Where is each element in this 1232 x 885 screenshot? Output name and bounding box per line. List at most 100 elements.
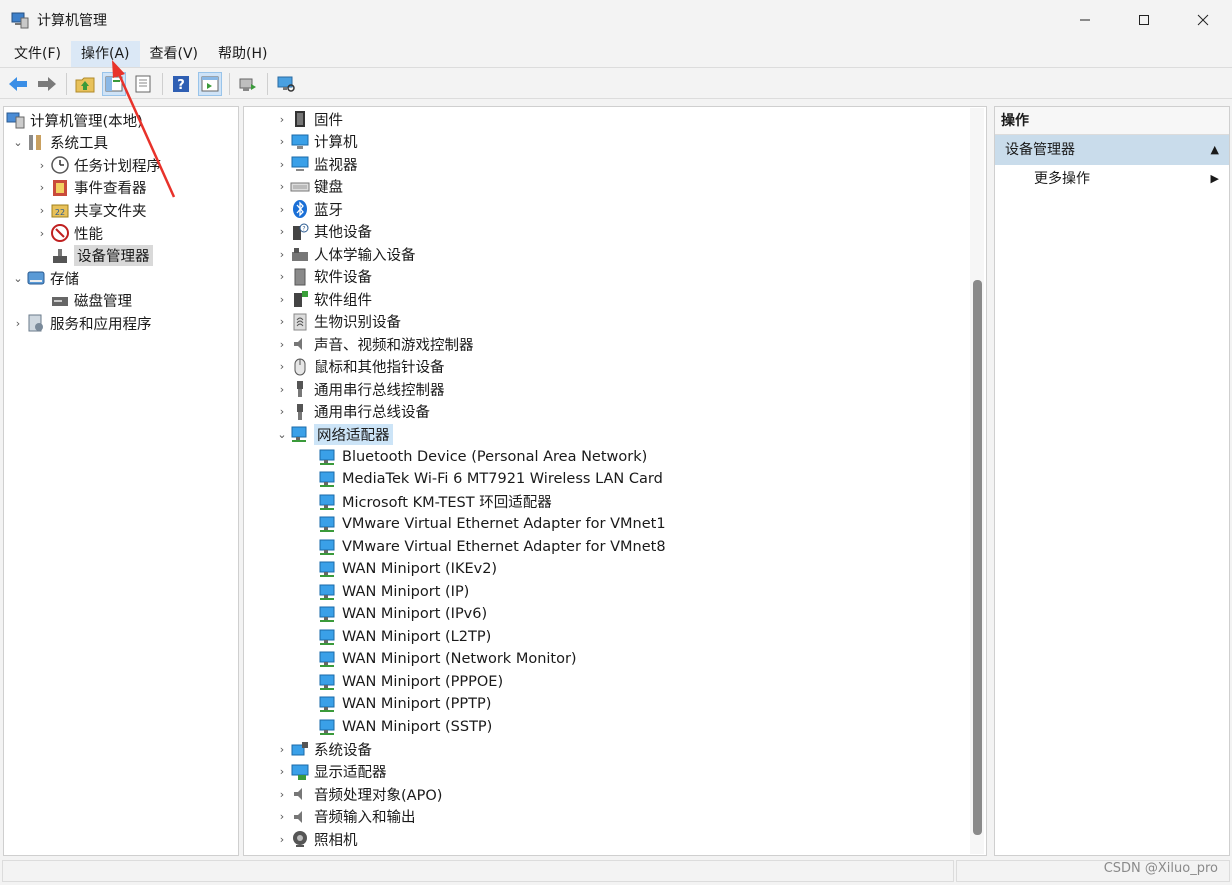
device-category[interactable]: ›? 其他设备 (274, 221, 372, 243)
network-adapter-item[interactable]: Microsoft KM-TEST 环回适配器 (318, 491, 552, 513)
device-category[interactable]: › 通用串行总线设备 (274, 401, 430, 423)
actions-section-device-manager[interactable]: 设备管理器 ▲ (995, 135, 1229, 165)
scrollbar-thumb[interactable] (973, 280, 982, 835)
network-adapter-item[interactable]: MediaTek Wi-Fi 6 MT7921 Wireless LAN Car… (318, 468, 663, 490)
network-adapter-item[interactable]: WAN Miniport (Network Monitor) (318, 648, 577, 670)
console-tree-item[interactable]: › 性能 (34, 222, 103, 244)
collapse-chevron-icon[interactable]: ⌄ (274, 428, 290, 441)
window-title: 计算机管理 (37, 13, 107, 29)
device-category[interactable]: › 照相机 (274, 828, 358, 850)
device-category[interactable]: › 音频输入和输出 (274, 806, 416, 828)
network-adapter-item[interactable]: WAN Miniport (PPTP) (318, 693, 491, 715)
show-action-pane-button[interactable] (198, 71, 222, 96)
expand-chevron-icon[interactable]: › (274, 833, 290, 846)
tree-item-label: 任务计划程序 (74, 158, 161, 175)
expand-chevron-icon[interactable]: › (274, 293, 290, 306)
console-tree-item[interactable]: 设备管理器 (34, 245, 153, 267)
expand-chevron-icon[interactable]: › (274, 810, 290, 823)
device-category[interactable]: › 显示适配器 (274, 761, 387, 783)
device-category[interactable]: › 音频处理对象(APO) (274, 783, 443, 805)
network-adapter-item[interactable]: WAN Miniport (SSTP) (318, 716, 492, 738)
console-tree-item[interactable]: › 服务和应用程序 (10, 312, 152, 334)
expand-chevron-icon[interactable]: › (274, 788, 290, 801)
console-tree-item[interactable]: 磁盘管理 (34, 290, 132, 312)
device-category[interactable]: › 鼠标和其他指针设备 (274, 356, 445, 378)
expand-chevron-icon[interactable]: › (274, 248, 290, 261)
up-level-button[interactable] (73, 72, 97, 96)
device-category[interactable]: › 系统设备 (274, 738, 372, 760)
network-adapter-item[interactable]: VMware Virtual Ethernet Adapter for VMne… (318, 513, 666, 535)
device-category-network-adapters[interactable]: ⌄ 网络适配器 (274, 423, 393, 445)
device-category[interactable]: › 监视器 (274, 153, 358, 175)
network-adapter-item[interactable]: WAN Miniport (IPv6) (318, 603, 487, 625)
expand-chevron-icon[interactable]: › (34, 227, 50, 240)
device-category[interactable]: › 通用串行总线控制器 (274, 378, 445, 400)
expand-chevron-icon[interactable]: › (274, 315, 290, 328)
expand-chevron-icon[interactable]: › (274, 405, 290, 418)
console-tree-item[interactable]: › 22 共享文件夹 (34, 199, 147, 221)
device-category[interactable]: › 键盘 (274, 176, 343, 198)
forward-button[interactable] (35, 72, 59, 96)
close-button[interactable] (1173, 0, 1232, 40)
keyboard-icon (290, 177, 310, 197)
more-actions-item[interactable]: 更多操作 ▶ (995, 165, 1229, 193)
console-tree-item[interactable]: › 任务计划程序 (34, 154, 161, 176)
expand-chevron-icon[interactable]: › (274, 360, 290, 373)
menu-view[interactable]: 查看(V) (140, 41, 209, 67)
window-controls (1055, 0, 1232, 40)
help-button[interactable]: ? (169, 72, 193, 96)
console-tree-item[interactable]: › 事件查看器 (34, 177, 147, 199)
network-adapter-icon (318, 672, 338, 692)
collapse-chevron-icon[interactable]: ⌄ (10, 136, 26, 149)
show-hide-console-tree-button[interactable] (102, 71, 126, 96)
console-tree-item[interactable]: 计算机管理(本地) (6, 109, 143, 131)
update-driver-button[interactable] (236, 72, 260, 96)
expand-chevron-icon[interactable]: › (274, 203, 290, 216)
minimize-icon (1079, 19, 1090, 21)
expand-chevron-icon[interactable]: › (34, 181, 50, 194)
expand-chevron-icon[interactable]: › (34, 159, 50, 172)
collapse-chevron-icon[interactable]: ⌄ (10, 272, 26, 285)
tree-item-label: 性能 (74, 226, 103, 243)
back-button[interactable] (6, 72, 30, 96)
network-adapter-item[interactable]: WAN Miniport (IP) (318, 581, 469, 603)
network-adapter-icon (318, 492, 338, 512)
expand-chevron-icon[interactable]: › (274, 270, 290, 283)
device-category[interactable]: › 计算机 (274, 131, 358, 153)
minimize-button[interactable] (1055, 0, 1114, 40)
expand-chevron-icon[interactable]: › (274, 180, 290, 193)
expand-chevron-icon[interactable]: › (274, 158, 290, 171)
network-adapter-item[interactable]: WAN Miniport (IKEv2) (318, 558, 497, 580)
menu-help[interactable]: 帮助(H) (208, 41, 277, 67)
expand-chevron-icon[interactable]: › (274, 135, 290, 148)
expand-chevron-icon[interactable]: › (34, 204, 50, 217)
console-tree-item[interactable]: ⌄ 存储 (10, 267, 79, 289)
menu-action[interactable]: 操作(A) (70, 40, 140, 67)
maximize-button[interactable] (1114, 0, 1173, 40)
device-category[interactable]: › 蓝牙 (274, 198, 343, 220)
device-category[interactable]: › 生物识别设备 (274, 311, 401, 333)
device-tree-scrollbar[interactable] (970, 108, 984, 854)
device-category[interactable]: › 软件组件 (274, 288, 372, 310)
console-tree-item[interactable]: ⌄ 系统工具 (10, 132, 108, 154)
expand-chevron-icon[interactable]: › (274, 225, 290, 238)
properties-button[interactable] (131, 72, 155, 96)
expand-chevron-icon[interactable]: › (10, 317, 26, 330)
scan-hardware-button[interactable] (274, 72, 298, 96)
device-category[interactable]: › 人体学输入设备 (274, 243, 416, 265)
tree-item-label: 音频处理对象(APO) (314, 787, 443, 804)
expand-chevron-icon[interactable]: › (274, 743, 290, 756)
expand-chevron-icon[interactable]: › (274, 765, 290, 778)
device-category[interactable]: › 固件 (274, 108, 343, 130)
bluetooth-icon (290, 199, 310, 219)
expand-chevron-icon[interactable]: › (274, 383, 290, 396)
menu-file[interactable]: 文件(F) (4, 41, 71, 67)
expand-chevron-icon[interactable]: › (274, 113, 290, 126)
network-adapter-item[interactable]: Bluetooth Device (Personal Area Network) (318, 446, 647, 468)
network-adapter-item[interactable]: VMware Virtual Ethernet Adapter for VMne… (318, 536, 666, 558)
network-adapter-item[interactable]: WAN Miniport (PPPOE) (318, 671, 503, 693)
expand-chevron-icon[interactable]: › (274, 338, 290, 351)
device-category[interactable]: › 声音、视频和游戏控制器 (274, 333, 474, 355)
device-category[interactable]: › 软件设备 (274, 266, 372, 288)
network-adapter-item[interactable]: WAN Miniport (L2TP) (318, 626, 491, 648)
